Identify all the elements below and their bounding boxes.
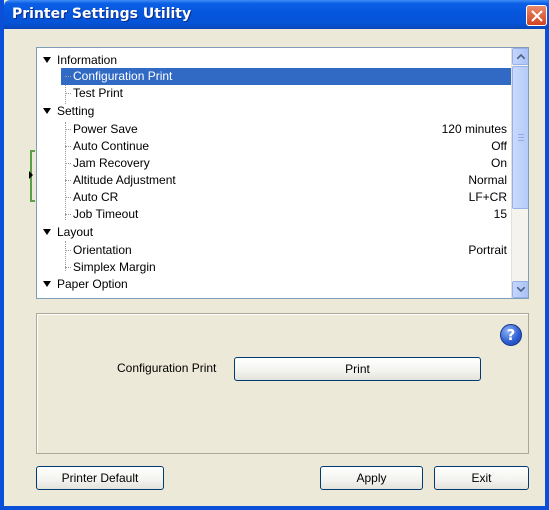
tree-item-jam-recovery[interactable]: Jam Recovery On [37,155,513,172]
scroll-thumb[interactable] [512,66,528,209]
tree-item-simplex-margin[interactable]: Simplex Margin [37,259,513,276]
chevron-up-icon [517,54,525,59]
tree-group-layout[interactable]: Layout [37,224,513,241]
close-icon [531,10,543,22]
tree-item-label: Job Timeout [73,207,139,221]
tree-group-label: Paper Option [57,277,128,291]
apply-button[interactable]: Apply [320,466,423,490]
printer-default-button[interactable]: Printer Default [36,466,164,490]
tree-item-job-timeout[interactable]: Job Timeout 15 [37,206,513,223]
tree-group-information[interactable]: Information [37,52,513,69]
window-title: Printer Settings Utility [12,6,192,22]
tree-item-value: Off [491,139,507,153]
action-panel: ? Configuration Print Print [36,313,529,454]
tree-scrollbar[interactable] [511,48,528,298]
tree-item-auto-continue[interactable]: Auto Continue Off [37,138,513,155]
title-bar[interactable]: Printer Settings Utility [4,0,549,29]
tree-item-configuration-print[interactable]: Configuration Print [37,68,513,85]
tree-group-label: Setting [57,104,95,118]
tree-item-label: Power Save [73,122,138,136]
scroll-down-button[interactable] [512,281,528,298]
expanded-arrow-icon [43,108,51,114]
tree-item-label: Simplex Margin [73,260,156,274]
tree-item-label: Test Print [73,86,124,100]
tree-item-value: 15 [493,207,507,221]
tree-item-value: 120 minutes [441,122,507,136]
tree-item-label: Jam Recovery [73,156,150,170]
tree-group-setting[interactable]: Setting [37,103,513,120]
expand-arrow-icon [29,171,33,179]
tree-group-paper-option[interactable]: Paper Option [37,276,513,293]
tree-item-label: Auto Continue [73,139,150,153]
tree-item-label: Altitude Adjustment [73,173,176,187]
tree-item-auto-cr[interactable]: Auto CR LF+CR [37,189,513,206]
help-icon[interactable]: ? [500,324,522,346]
exit-button[interactable]: Exit [434,466,529,490]
tree-item-value: LF+CR [468,190,507,204]
tree-item-altitude-adjustment[interactable]: Altitude Adjustment Normal [37,172,513,189]
tree-group-label: Information [57,53,118,67]
tree-item-label: Auto CR [73,190,119,204]
tree-item-label: Configuration Print [73,69,173,83]
expanded-arrow-icon [43,229,51,235]
chevron-down-icon [517,287,525,292]
tree-item-orientation[interactable]: Orientation Portrait [37,242,513,259]
expanded-arrow-icon [43,57,51,63]
tree-item-label: Orientation [73,243,132,257]
configuration-print-label: Configuration Print [117,361,217,375]
tree-item-value: Normal [468,173,507,187]
tree-group-label: Layout [57,225,94,239]
tree-item-value: On [490,156,507,170]
print-button[interactable]: Print [234,357,481,381]
settings-tree: Information Configuration Print Test Pri… [36,47,529,299]
tree-item-value: Portrait [468,243,507,257]
expanded-arrow-icon [43,281,51,287]
close-button[interactable] [526,5,547,26]
tree-item-test-print[interactable]: Test Print [37,85,513,102]
tree-item-power-save[interactable]: Power Save 120 minutes [37,121,513,138]
scroll-up-button[interactable] [512,48,528,65]
tree-content: Information Configuration Print Test Pri… [37,48,513,298]
panel-splitter-handle[interactable] [28,150,36,202]
